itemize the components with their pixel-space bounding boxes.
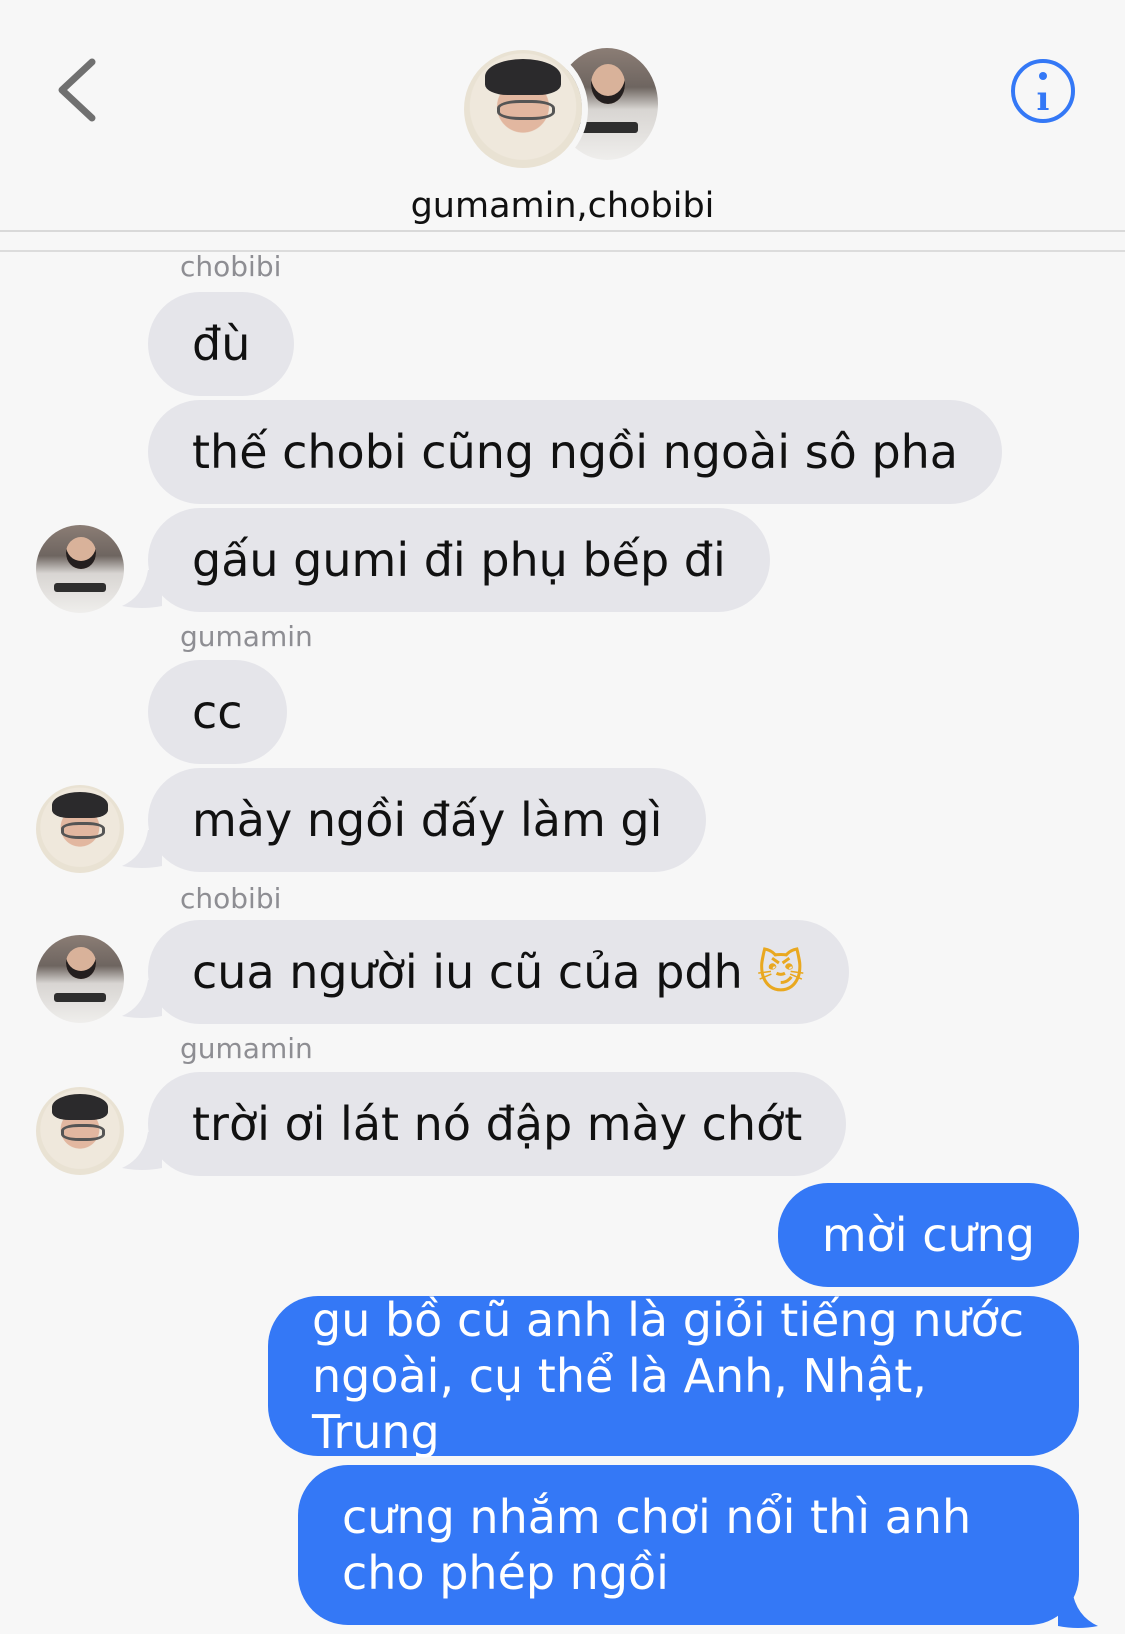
info-icon: ı — [1011, 59, 1075, 123]
info-button[interactable]: ı — [1010, 58, 1076, 124]
message-text: gấu gumi đi phụ bếp đi — [192, 533, 726, 587]
avatar-gumamin[interactable] — [36, 785, 124, 873]
message-text: thế chobi cũng ngồi ngoài sô pha — [192, 425, 958, 479]
svg-text:ı: ı — [1037, 79, 1050, 119]
sender-label: gumamin — [180, 620, 313, 653]
avatar-gumamin[interactable] — [36, 1087, 124, 1175]
message-bubble-outgoing[interactable]: cưng nhắm chơi nổi thì anh cho phép ngồi — [298, 1465, 1079, 1625]
chevron-left-icon — [58, 58, 96, 122]
message-bubble[interactable]: cua người iu cũ của pdh 😼 — [148, 920, 849, 1024]
message-bubble-outgoing[interactable]: mời cưng — [777, 1183, 1079, 1287]
back-button[interactable] — [52, 52, 112, 132]
message-bubble[interactable]: thế chobi cũng ngồi ngoài sô pha — [148, 400, 1002, 504]
message-bubble[interactable]: trời ơi lát nó đập mày chớt — [148, 1072, 847, 1176]
chat-screen: gumamin,chobibi ı chobibi đù thế chobi c… — [0, 0, 1125, 1634]
message-bubble[interactable]: cc — [148, 660, 287, 764]
message-text: mày ngồi đấy làm gì — [192, 793, 663, 847]
avatar-chobibi[interactable] — [36, 525, 124, 613]
message-bubble[interactable]: đù — [148, 292, 295, 396]
message-text: mời cưng — [821, 1208, 1035, 1262]
message-text: cc — [192, 685, 243, 739]
conversation-title[interactable]: gumamin,chobibi — [0, 186, 1125, 226]
message-text: gu bồ cũ anh là giỏi tiếng nước ngoài, c… — [312, 1293, 1025, 1459]
message-bubble[interactable]: gấu gumi đi phụ bếp đi — [148, 508, 770, 612]
divider — [0, 250, 1125, 252]
bubble-tail — [1058, 1590, 1098, 1628]
avatar-gumamin — [458, 44, 588, 174]
message-bubble-outgoing[interactable]: gu bồ cũ anh là giỏi tiếng nước ngoài, c… — [268, 1293, 1079, 1459]
message-text: trời ơi lát nó đập mày chớt — [192, 1097, 803, 1151]
avatar-chobibi[interactable] — [36, 935, 124, 1023]
group-avatar[interactable] — [458, 38, 668, 178]
conversation-header: gumamin,chobibi ı — [0, 0, 1125, 232]
sender-label: gumamin — [180, 1032, 313, 1065]
message-text: đù — [192, 317, 251, 371]
message-text: cua người iu cũ của pdh — [192, 945, 743, 999]
message-text: cưng nhắm chơi nổi thì anh cho phép ngồi — [342, 1490, 972, 1600]
sender-label: chobibi — [180, 250, 282, 283]
message-bubble[interactable]: mày ngồi đấy làm gì — [148, 768, 707, 872]
smirking-cat-emoji: 😼 — [756, 945, 805, 999]
sender-label: chobibi — [180, 882, 282, 915]
